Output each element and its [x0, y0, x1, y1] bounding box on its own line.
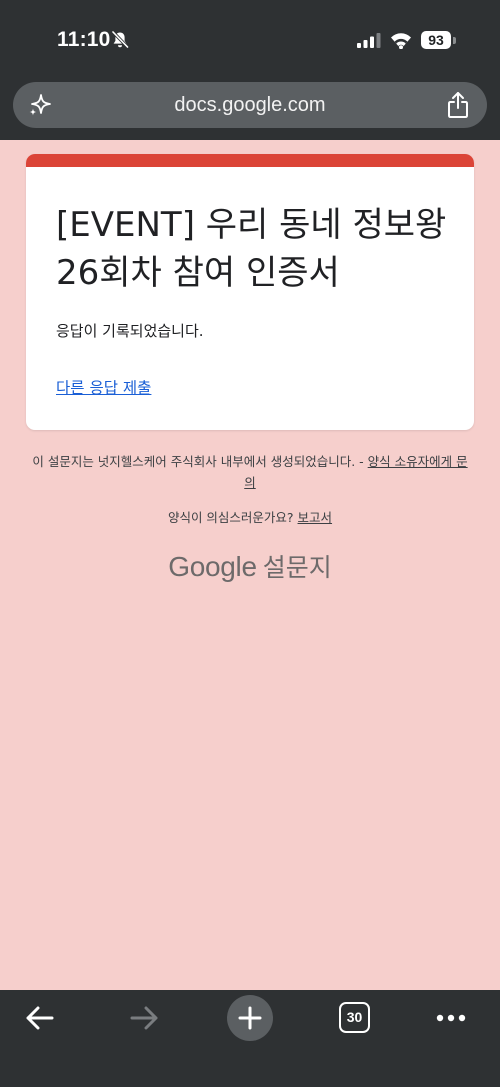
sparkle-icon[interactable] — [27, 92, 53, 118]
form-confirmation-card: [EVENT] 우리 동네 정보왕 26회차 참여 인증서 응답이 기록되었습니… — [26, 154, 474, 430]
wifi-icon — [391, 33, 411, 49]
google-forms-logo: Google 설문지 — [0, 548, 500, 584]
submit-another-response-link[interactable]: 다른 응답 제출 — [56, 376, 151, 398]
report-prompt: 양식이 의심스러운가요? — [167, 510, 298, 525]
forward-arrow-icon[interactable] — [128, 1002, 160, 1034]
logo-google-word: Google — [168, 551, 257, 582]
report-link[interactable]: 보고서 — [298, 510, 333, 525]
browser-bottom-toolbar: 30 — [0, 990, 500, 1087]
address-bar[interactable]: docs.google.com — [13, 82, 487, 128]
footer-disclaimer: 이 설문지는 넛지헬스케어 주식회사 내부에서 생성되었습니다. - 양식 소유… — [30, 451, 470, 493]
confirmation-message: 응답이 기록되었습니다. — [56, 322, 204, 340]
new-tab-button[interactable] — [227, 995, 273, 1041]
browser-top-bar: 11:10 93 docs.google.com — [0, 0, 500, 140]
battery-icon: 93 — [421, 31, 451, 49]
share-icon[interactable] — [446, 91, 470, 119]
card-accent-bar — [26, 154, 474, 167]
back-arrow-icon[interactable] — [24, 1002, 56, 1034]
signal-icon — [357, 33, 381, 48]
bell-slash-icon — [111, 30, 129, 49]
plus-icon — [238, 1006, 262, 1030]
form-title: [EVENT] 우리 동네 정보왕 26회차 참여 인증서 — [56, 205, 447, 293]
battery-tip — [453, 37, 456, 44]
more-dots-icon[interactable] — [436, 1014, 466, 1022]
footer-report: 양식이 의심스러운가요? 보고서 — [0, 507, 500, 526]
tab-count-button[interactable]: 30 — [339, 1002, 370, 1033]
status-time: 11:10 — [57, 28, 111, 51]
disclaimer-text: 이 설문지는 넛지헬스케어 주식회사 내부에서 생성되었습니다. - — [32, 454, 368, 469]
logo-forms-word: 설문지 — [262, 553, 332, 582]
url-text[interactable]: docs.google.com — [13, 82, 487, 128]
